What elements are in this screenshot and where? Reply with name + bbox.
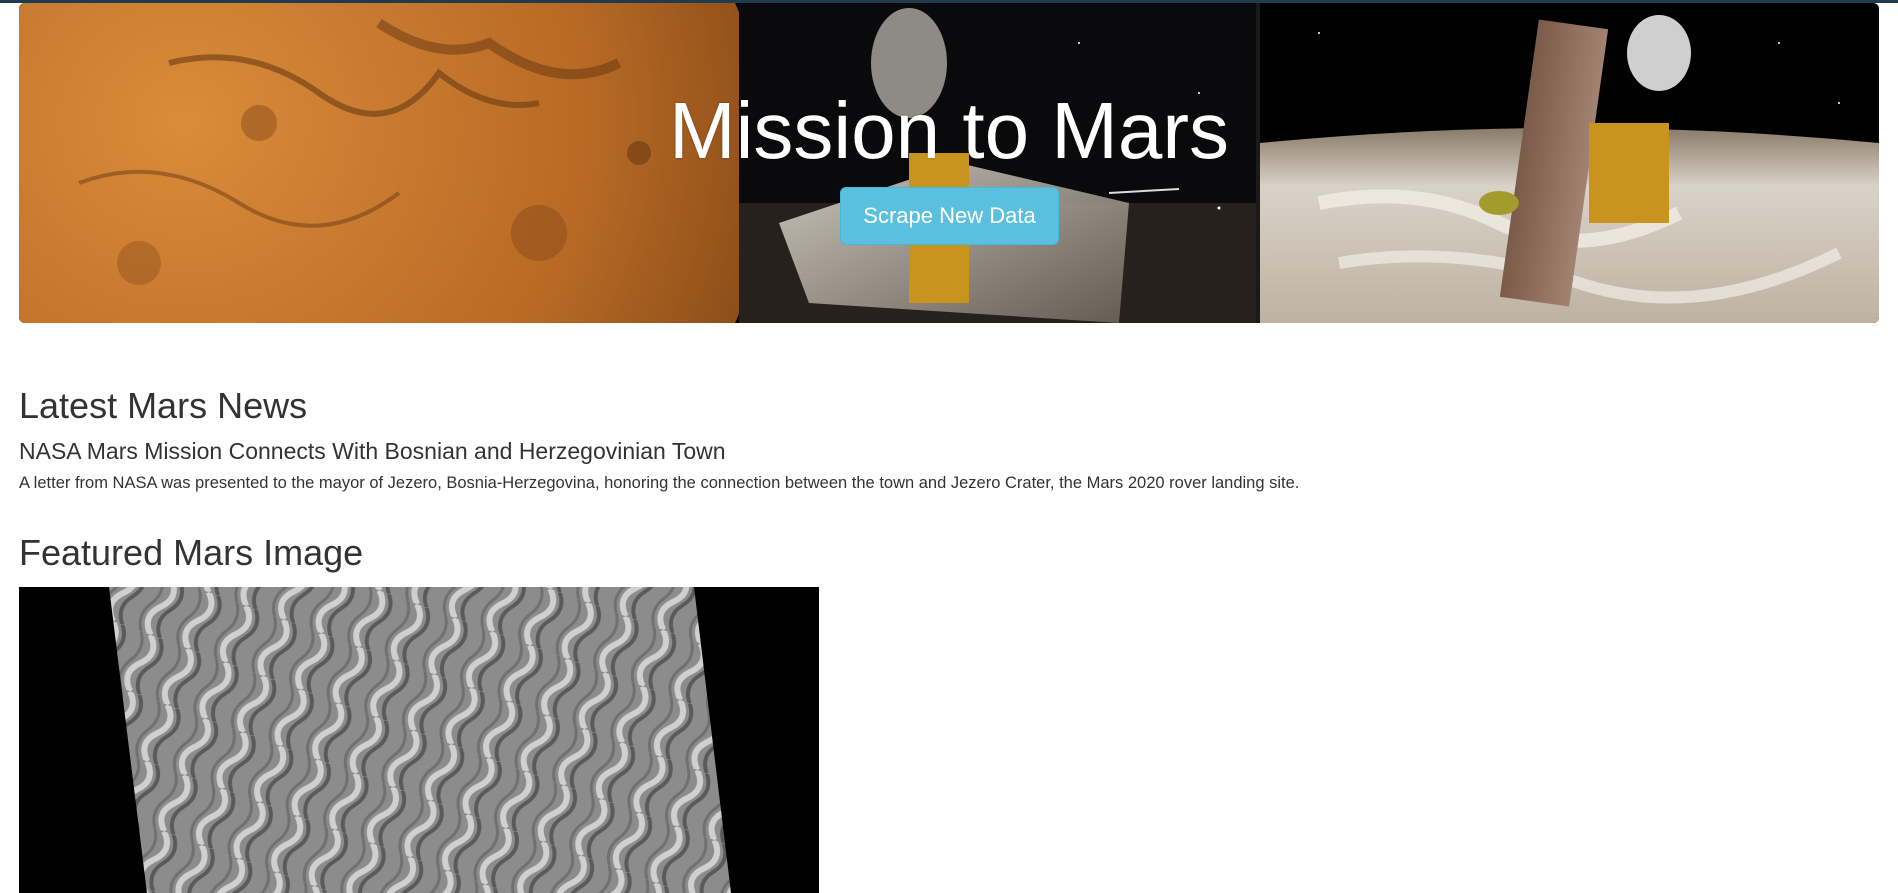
featured-image-heading: Featured Mars Image [19, 532, 364, 573]
page-title: Mission to Mars [668, 86, 1230, 175]
hero-banner: Mission to Mars Scrape New Data [19, 3, 1879, 323]
featured-mars-image [19, 587, 819, 893]
dunes-image [109, 587, 731, 893]
scrape-new-data-button[interactable]: Scrape New Data [840, 187, 1059, 245]
news-teaser: A letter from NASA was presented to the … [19, 474, 1300, 492]
news-title: NASA Mars Mission Connects With Bosnian … [19, 438, 726, 464]
latest-news-heading: Latest Mars News [19, 385, 308, 426]
